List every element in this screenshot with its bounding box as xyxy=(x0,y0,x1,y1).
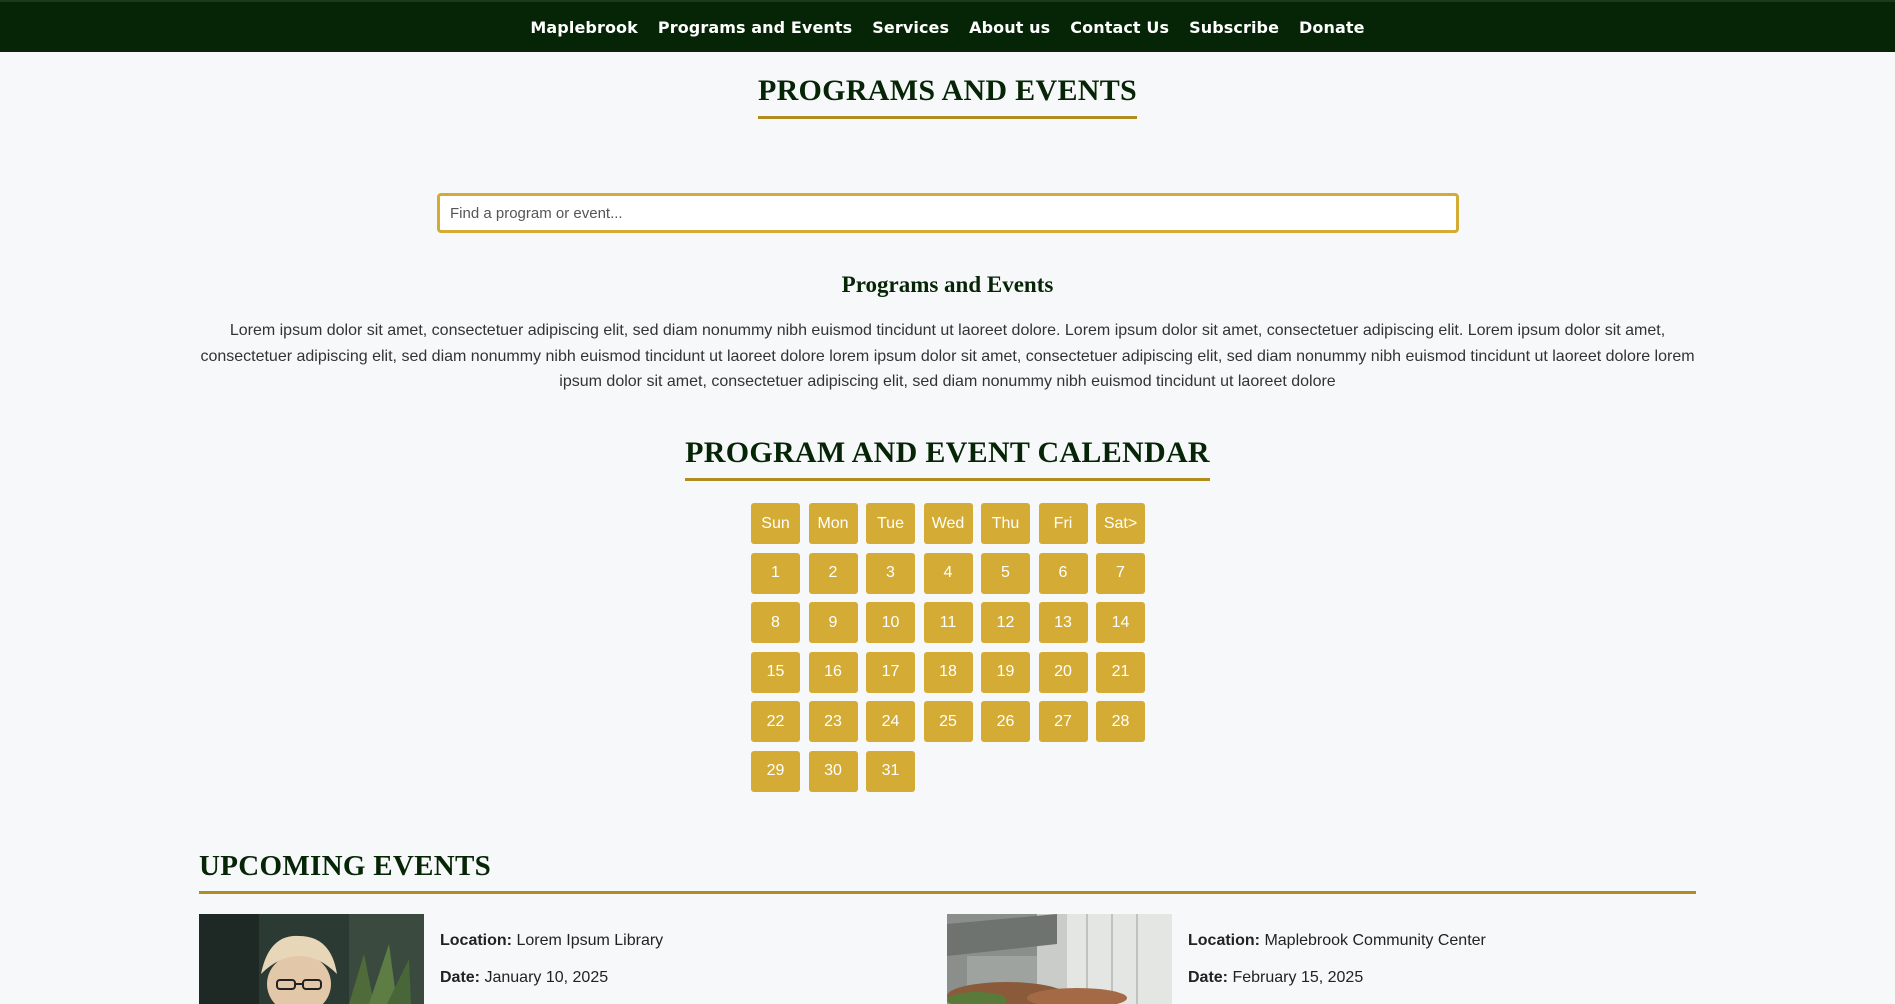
page-title-wrap: PROGRAMS AND EVENTS xyxy=(0,74,1895,119)
event-card[interactable]: Location: Lorem Ipsum Library Date: Janu… xyxy=(199,914,947,1004)
calendar-day[interactable]: 10 xyxy=(866,602,915,643)
calendar-day[interactable]: 15 xyxy=(751,651,800,693)
page-title: PROGRAMS AND EVENTS xyxy=(757,74,1138,119)
calendar-day[interactable]: 8 xyxy=(751,602,800,643)
date-label: Date: xyxy=(440,969,481,986)
nav-link-about-us[interactable]: About us xyxy=(969,14,1050,41)
location-value: Maplebrook Community Center xyxy=(1264,932,1486,949)
calendar-day[interactable]: 31 xyxy=(866,750,915,792)
event-date: Date: February 15, 2025 xyxy=(1188,969,1486,987)
event-card[interactable]: Location: Maplebrook Community Center Da… xyxy=(947,914,1695,1004)
event-location: Location: Maplebrook Community Center xyxy=(1188,932,1486,950)
calendar-day[interactable]: 14 xyxy=(1096,602,1145,643)
calendar-day[interactable]: 23 xyxy=(808,701,858,742)
upcoming-events-title: UPCOMING EVENTS xyxy=(199,850,1696,894)
calendar-day[interactable]: 11 xyxy=(923,602,973,643)
location-value: Lorem Ipsum Library xyxy=(516,932,664,949)
calendar-day[interactable]: 26 xyxy=(981,701,1030,742)
event-image-woman-with-glasses[interactable] xyxy=(199,914,424,1004)
date-label: Date: xyxy=(1188,969,1229,986)
calendar-day[interactable]: 30 xyxy=(808,750,858,792)
calendar-day[interactable]: 22 xyxy=(751,701,800,742)
date-value: January 10, 2025 xyxy=(484,969,609,986)
calendar-day[interactable]: 13 xyxy=(1038,602,1088,643)
calendar-weekday-header: Thu xyxy=(981,503,1030,544)
nav-link-contact-us[interactable]: Contact Us xyxy=(1070,14,1169,41)
calendar-day[interactable]: 29 xyxy=(751,750,800,792)
search-input[interactable] xyxy=(437,193,1459,233)
upcoming-events-list: Location: Lorem Ipsum Library Date: Janu… xyxy=(199,914,1696,1004)
calendar-day[interactable]: 3 xyxy=(866,552,915,594)
calendar-weekday-header: Sat> xyxy=(1096,503,1145,544)
calendar-day[interactable]: 16 xyxy=(808,651,858,693)
intro-text: Lorem ipsum dolor sit amet, consectetuer… xyxy=(200,322,1695,390)
calendar-day[interactable]: 21 xyxy=(1096,651,1145,693)
event-calendar: Sun Mon Tue Wed Thu Fri Sat> 1 2 3 4 5 6 7 8 9 10 11 12 13 1… xyxy=(751,503,1145,792)
nav-link-donate[interactable]: Donate xyxy=(1299,14,1365,41)
date-value: February 15, 2025 xyxy=(1232,969,1364,986)
calendar-day[interactable]: 27 xyxy=(1038,701,1088,742)
calendar-day[interactable]: 25 xyxy=(923,701,973,742)
nav-link-services[interactable]: Services xyxy=(872,14,949,41)
calendar-day[interactable]: 12 xyxy=(981,602,1030,643)
nav-list: Maplebrook Programs and Events Services … xyxy=(530,14,1364,41)
event-date: Date: January 10, 2025 xyxy=(440,969,663,987)
location-label: Location: xyxy=(1188,932,1260,949)
event-details: Location: Maplebrook Community Center Da… xyxy=(1172,914,1486,1004)
calendar-day[interactable]: 7 xyxy=(1096,552,1145,594)
calendar-day[interactable]: 17 xyxy=(866,651,915,693)
calendar-day[interactable]: 6 xyxy=(1038,552,1088,594)
upcoming-events-section: UPCOMING EVENTS xyxy=(199,850,1696,894)
location-label: Location: xyxy=(440,932,512,949)
calendar-weekday-header: Sun xyxy=(751,503,800,544)
calendar-title: PROGRAM AND EVENT CALENDAR xyxy=(685,436,1210,481)
calendar-day[interactable]: 19 xyxy=(981,651,1030,693)
calendar-weekday-header: Wed xyxy=(923,503,973,544)
calendar-title-wrap: PROGRAM AND EVENT CALENDAR xyxy=(0,436,1895,481)
top-navigation: Maplebrook Programs and Events Services … xyxy=(0,0,1895,52)
calendar-day[interactable]: 1 xyxy=(751,552,800,594)
event-details: Location: Lorem Ipsum Library Date: Janu… xyxy=(424,914,663,1004)
calendar-weekday-header: Fri xyxy=(1038,503,1088,544)
search-bar xyxy=(437,193,1459,233)
calendar-day[interactable]: 5 xyxy=(981,552,1030,594)
calendar-weekday-header: Mon xyxy=(808,503,858,544)
event-location: Location: Lorem Ipsum Library xyxy=(440,932,663,950)
calendar-day[interactable]: 2 xyxy=(808,552,858,594)
nav-link-subscribe[interactable]: Subscribe xyxy=(1189,14,1279,41)
calendar-day[interactable]: 4 xyxy=(923,552,973,594)
intro-title: Programs and Events xyxy=(841,272,1054,297)
event-image-building-exterior[interactable] xyxy=(947,914,1172,1004)
calendar-day[interactable]: 28 xyxy=(1096,701,1145,742)
calendar-day[interactable]: 18 xyxy=(923,651,973,693)
calendar-day[interactable]: 24 xyxy=(866,701,915,742)
calendar-day[interactable]: 20 xyxy=(1038,651,1088,693)
calendar-day[interactable]: 9 xyxy=(808,602,858,643)
nav-link-maplebrook[interactable]: Maplebrook xyxy=(530,14,637,41)
calendar-weekday-header: Tue xyxy=(866,503,915,544)
nav-link-programs-and-events[interactable]: Programs and Events xyxy=(658,14,852,41)
